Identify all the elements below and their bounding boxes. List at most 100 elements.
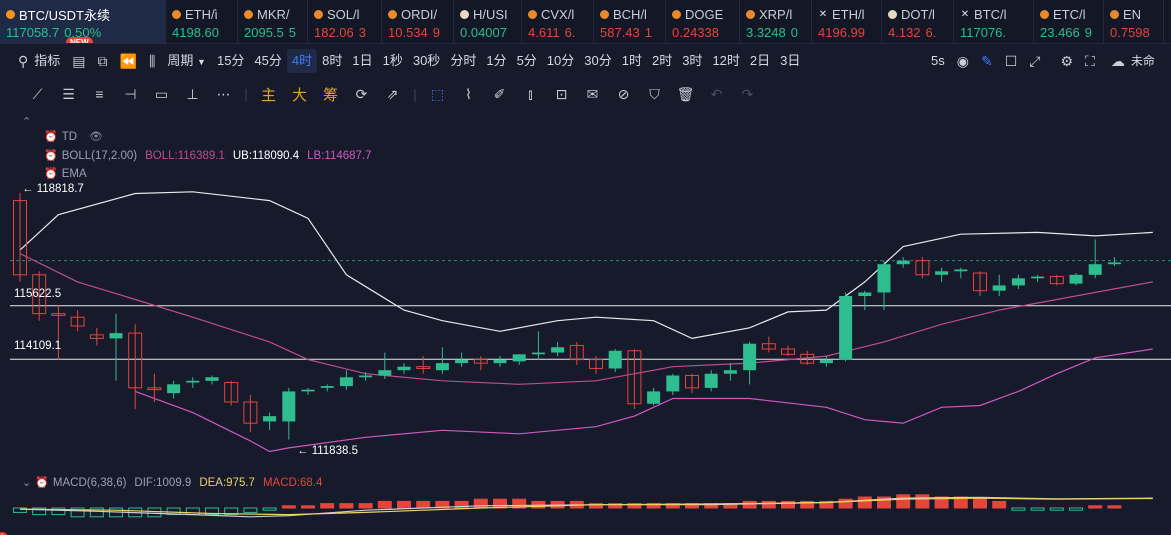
brush-icon[interactable]: ✐ xyxy=(484,86,515,103)
indicators-button[interactable]: 指标 xyxy=(34,49,66,73)
alarm-icon[interactable]: ⏰ xyxy=(44,149,58,162)
ticker-symbol: ORDI/ xyxy=(401,6,438,22)
ticker-item[interactable]: XRP/l 3.3248 0 xyxy=(740,0,812,43)
chip-button[interactable]: 筹 xyxy=(315,84,346,105)
interval-4[interactable]: 1日 xyxy=(347,49,377,73)
candlestick-chart[interactable] xyxy=(0,110,1171,535)
ticker-change: 6. xyxy=(925,25,937,40)
indicators-icon[interactable]: ⚲ xyxy=(12,49,34,73)
ticker-item[interactable]: ORDI/10.534 9 xyxy=(382,0,454,43)
macd-bar xyxy=(493,498,507,509)
candle-type-icon[interactable]: ⫼ xyxy=(143,49,161,73)
cloud-label[interactable]: 未命 xyxy=(1131,49,1161,73)
interval-9[interactable]: 5分 xyxy=(512,49,542,73)
layout-icon[interactable]: ⧉ xyxy=(92,49,114,73)
interval-17[interactable]: 3日 xyxy=(775,49,805,73)
interval-2[interactable]: 4时 xyxy=(286,48,318,73)
ticker-item[interactable]: MKR/2095.5 5 xyxy=(238,0,308,43)
interval-13[interactable]: 2时 xyxy=(647,49,677,73)
interval-7[interactable]: 分时 xyxy=(445,49,481,73)
lock-icon[interactable]: ⊡ xyxy=(546,86,577,103)
camera-icon[interactable]: ◉ xyxy=(951,49,975,73)
chevron-icon[interactable]: ⌄ xyxy=(22,476,31,489)
coin-icon xyxy=(314,9,323,19)
expand-icon[interactable]: ⤢ xyxy=(1023,49,1046,73)
candle-body xyxy=(531,352,545,355)
alarm-icon[interactable]: ⏰ xyxy=(44,130,58,143)
vertical-line-icon[interactable]: ⊥ xyxy=(177,86,208,103)
macd-hist-value: MACD:68.4 xyxy=(262,476,323,489)
calendar-icon[interactable]: ▤ xyxy=(66,49,91,73)
ticker-item[interactable]: H/USI 0.04007 xyxy=(454,0,522,43)
interval-5[interactable]: 1秒 xyxy=(378,49,408,73)
ruler-icon[interactable]: ⌇ xyxy=(453,86,484,103)
interval-15[interactable]: 12时 xyxy=(707,49,744,73)
hide-icon[interactable]: 👁 xyxy=(89,130,103,143)
refresh-rate[interactable]: 5s xyxy=(925,49,951,73)
signal-icon[interactable]: ⇗ xyxy=(377,86,408,103)
macd-bar xyxy=(1011,507,1026,511)
rectangle-icon[interactable]: ▭ xyxy=(146,86,177,103)
interval-6[interactable]: 30秒 xyxy=(408,49,445,73)
strategy-icon[interactable]: ⟳ xyxy=(346,86,377,103)
interval-0[interactable]: 15分 xyxy=(212,49,249,73)
interval-16[interactable]: 2日 xyxy=(745,49,775,73)
window-icon[interactable]: ☐ xyxy=(999,49,1024,73)
level-line-label-2[interactable]: 114109.1 xyxy=(14,340,61,352)
ticker-item[interactable]: CVX/l 4.611 6. xyxy=(522,0,594,43)
interval-10[interactable]: 10分 xyxy=(542,49,579,73)
alarm-icon[interactable]: ⏰ xyxy=(44,167,58,180)
cloud-icon[interactable]: ☁ xyxy=(1105,49,1131,73)
candle-body xyxy=(1031,276,1045,279)
interval-1[interactable]: 45分 xyxy=(249,49,286,73)
main-indicator-button[interactable]: 主 xyxy=(253,84,284,105)
ticker-item[interactable]: DOT/l 4.132 6. xyxy=(882,0,954,43)
big-order-button[interactable]: 大 xyxy=(284,84,315,105)
interval-14[interactable]: 3时 xyxy=(677,49,707,73)
interval-8[interactable]: 1分 xyxy=(481,49,511,73)
candle-icon[interactable]: ⫾ xyxy=(515,86,546,103)
interval-3[interactable]: 8时 xyxy=(317,49,347,73)
alarm-icon[interactable]: ⏰ xyxy=(35,476,49,489)
rewind-icon[interactable]: ⏪ xyxy=(114,49,143,73)
ticker-item[interactable]: ✕ BTC/l 117076. xyxy=(954,0,1034,43)
ticker-item[interactable]: SOL/l 182.06 3 xyxy=(308,0,382,43)
ticker-symbol: EN xyxy=(1123,6,1142,22)
filter-icon[interactable]: ⛉ xyxy=(639,86,670,103)
multi-lines-icon[interactable]: ≡ xyxy=(84,86,115,102)
trash-icon[interactable]: 🗑 xyxy=(670,86,701,103)
ticker-item[interactable]: EN 0.7598 xyxy=(1104,0,1164,43)
chevron-icon[interactable]: ⌃ xyxy=(22,115,31,128)
macd-bar xyxy=(1069,507,1083,511)
period-dropdown[interactable]: 周期 ▼ xyxy=(161,49,212,73)
macd-bar xyxy=(838,498,853,509)
interval-11[interactable]: 30分 xyxy=(579,49,616,73)
gear-icon[interactable]: ⚙ xyxy=(1054,49,1079,73)
ticker-price-row: 0.24338 xyxy=(672,25,739,40)
candle-body xyxy=(877,264,891,293)
redo-icon[interactable]: ↷ xyxy=(732,86,763,103)
parallel-lines-icon[interactable]: ☰ xyxy=(53,86,84,103)
collapse-legend[interactable]: ⌃ xyxy=(22,115,31,128)
ticker-item[interactable]: BCH/l 587.43 1 xyxy=(594,0,666,43)
macd-bar xyxy=(1088,505,1103,509)
interval-12[interactable]: 1时 xyxy=(617,49,647,73)
trend-line-icon[interactable]: ⟋ xyxy=(22,86,53,103)
magnet-icon[interactable]: ⊘ xyxy=(608,86,639,103)
undo-icon[interactable]: ↶ xyxy=(701,86,732,103)
chart-area[interactable]: ⌃ ⏰ TD 👁 ⏰ BOLL(17,2.00) BOLL:116389.1 U… xyxy=(0,110,1171,535)
boll-name: BOLL(17,2.00) xyxy=(61,149,138,162)
fullscreen-icon[interactable]: ⛶ xyxy=(1079,49,1101,73)
more-icon[interactable]: ⋯ xyxy=(208,86,239,103)
level-line-label-1[interactable]: 115622.5 xyxy=(14,288,61,300)
ticker-item[interactable]: BTC/USDT永续 117058.7 0.50% NEW xyxy=(0,0,166,43)
horizontal-line-icon[interactable]: ⊣ xyxy=(115,86,146,103)
ticker-item[interactable]: ETH/ὶ 4198.60 xyxy=(166,0,238,43)
note-icon[interactable]: ✉ xyxy=(577,86,608,103)
select-icon[interactable]: ⬚ xyxy=(422,86,453,103)
ticker-item[interactable]: DOGE 0.24338 xyxy=(666,0,740,43)
ticker-item[interactable]: ✕ ETH/l 4196.99 xyxy=(812,0,882,43)
pen-icon[interactable]: ✎ xyxy=(975,49,999,73)
ticker-item[interactable]: ETC/l 23.466 9 xyxy=(1034,0,1104,43)
candle-body xyxy=(186,380,200,383)
